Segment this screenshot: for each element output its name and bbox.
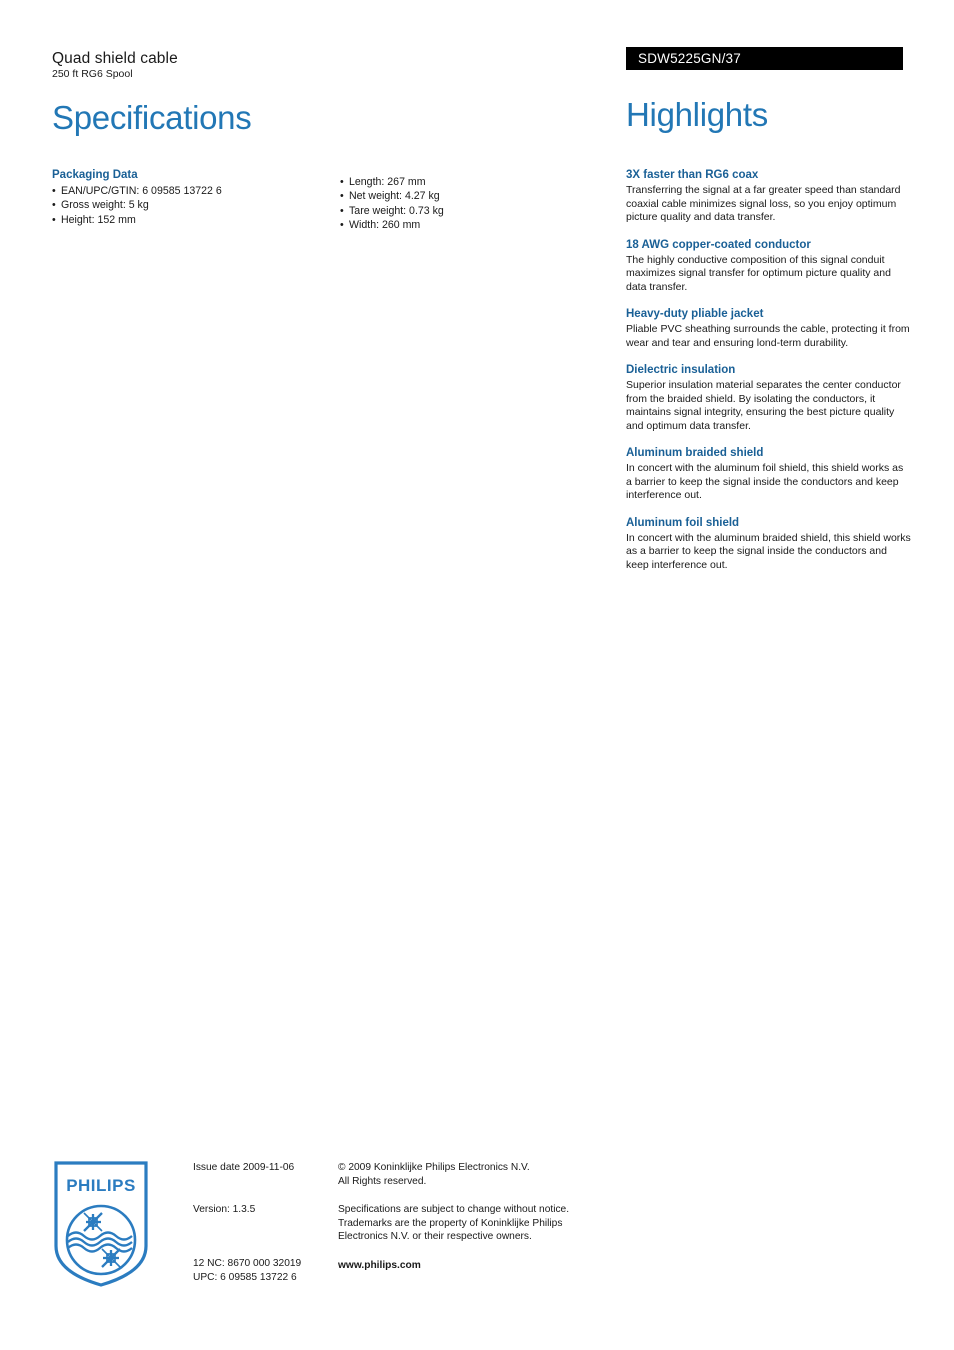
product-subtitle: 250 ft RG6 Spool xyxy=(52,68,133,80)
highlights-section: 3X faster than RG6 coax Transferring the… xyxy=(626,168,911,572)
highlight-block: Dielectric insulation Superior insulatio… xyxy=(626,363,911,433)
spec-item-label: EAN/UPC/GTIN: 6 09585 13722 6 xyxy=(61,185,222,197)
spec-list-item: • Width: 260 mm xyxy=(340,218,580,232)
product-leaflet-page: Quad shield cable 250 ft RG6 Spool Speci… xyxy=(0,0,954,1350)
bullet-icon: • xyxy=(340,176,344,188)
spec-list-item: • Tare weight: 0.73 kg xyxy=(340,204,580,218)
spec-item-label: Length: 267 mm xyxy=(349,176,426,188)
highlight-block: 18 AWG copper-coated conductor The highl… xyxy=(626,238,911,295)
spec-list-item: • Height: 152 mm xyxy=(52,213,340,227)
philips-wordmark: PHILIPS xyxy=(66,1176,136,1195)
highlight-title: Aluminum braided shield xyxy=(626,447,764,459)
disclaimer-line: Trademarks are the property of Koninklij… xyxy=(338,1217,563,1229)
spec-item-label: Width: 260 mm xyxy=(349,219,421,232)
specifications-section: Packaging Data • EAN/UPC/GTIN: 6 09585 13… xyxy=(52,168,612,233)
highlight-body: In concert with the aluminum braided shi… xyxy=(626,531,911,571)
highlight-block: Heavy-duty pliable jacket Pliable PVC sh… xyxy=(626,307,911,350)
packaging-data-group-continued: • Length: 267 mm • Net weight: 4.27 kg • Ta… xyxy=(340,168,580,233)
highlight-block: 3X faster than RG6 coax Transferring the… xyxy=(626,168,911,225)
version: Version: 1.3.5 xyxy=(193,1203,256,1215)
bullet-icon: • xyxy=(340,219,344,232)
spec-item-label: Gross weight: 5 kg xyxy=(61,199,149,212)
highlight-body: Pliable PVC sheathing surrounds the cabl… xyxy=(626,323,910,349)
highlights-title: Highlights xyxy=(626,96,768,133)
spec-list-item: • EAN/UPC/GTIN: 6 09585 13722 6 xyxy=(52,184,340,198)
left-header: Quad shield cable 250 ft RG6 Spool Speci… xyxy=(52,50,572,137)
bullet-icon: • xyxy=(52,185,56,197)
spec-list-item: • Gross weight: 5 kg xyxy=(52,198,340,212)
footer-right-column: © 2009 Koninklijke Philips Electronics N… xyxy=(338,1161,608,1272)
product-name: Quad shield cable xyxy=(52,50,178,67)
highlight-body: Superior insulation material separates t… xyxy=(626,379,901,432)
issue-date: Issue date 2009-11-06 xyxy=(193,1162,295,1173)
spec-item-label: Tare weight: 0.73 kg xyxy=(349,204,444,217)
website-link[interactable]: www.philips.com xyxy=(338,1259,608,1273)
packaging-data-group: Packaging Data • EAN/UPC/GTIN: 6 09585 13… xyxy=(52,168,340,227)
disclaimer-line: Electronics N.V. or their respective own… xyxy=(338,1231,532,1242)
specifications-title: Specifications xyxy=(52,99,252,136)
copyright-line: © 2009 Koninklijke Philips Electronics N… xyxy=(338,1162,530,1173)
highlight-title: 18 AWG copper-coated conductor xyxy=(626,238,811,251)
highlight-title: Dielectric insulation xyxy=(626,364,736,376)
disclaimer-line: Specifications are subject to change wit… xyxy=(338,1204,570,1215)
spec-list-item: • Net weight: 4.27 kg xyxy=(340,189,580,203)
highlight-title: 3X faster than RG6 coax xyxy=(626,169,759,181)
bullet-icon: • xyxy=(340,190,344,203)
highlight-body: In concert with the aluminum foil shield… xyxy=(626,462,904,501)
bullet-icon: • xyxy=(52,199,56,212)
philips-logo: PHILIPS xyxy=(53,1160,149,1288)
upc-code: UPC: 6 09585 13722 6 xyxy=(193,1271,297,1283)
spec-list-item: • Length: 267 mm xyxy=(340,175,580,189)
spec-item-label: Height: 152 mm xyxy=(61,213,136,226)
packaging-data-heading: Packaging Data xyxy=(52,169,138,181)
product-code-badge: SDW5225GN/37 xyxy=(626,47,903,70)
highlight-body: The highly conductive composition of thi… xyxy=(626,253,891,293)
bullet-icon: • xyxy=(340,204,344,217)
bullet-icon: • xyxy=(52,213,56,226)
rights-line: All Rights reserved. xyxy=(338,1175,427,1187)
footer-left-column: Issue date 2009-11-06 Version: 1.3.5 12 … xyxy=(193,1161,333,1284)
highlight-title: Heavy-duty pliable jacket xyxy=(626,308,764,320)
highlight-title: Aluminum foil shield xyxy=(626,516,740,529)
highlight-block: Aluminum braided shield In concert with … xyxy=(626,446,911,503)
spec-item-label: Net weight: 4.27 kg xyxy=(349,190,440,203)
nc-code: 12 NC: 8670 000 32019 xyxy=(193,1258,302,1269)
highlight-block: Aluminum foil shield In concert with the… xyxy=(626,516,911,573)
philips-shield-icon: PHILIPS xyxy=(54,1161,148,1287)
highlight-body: Transferring the signal at a far greater… xyxy=(626,184,901,223)
